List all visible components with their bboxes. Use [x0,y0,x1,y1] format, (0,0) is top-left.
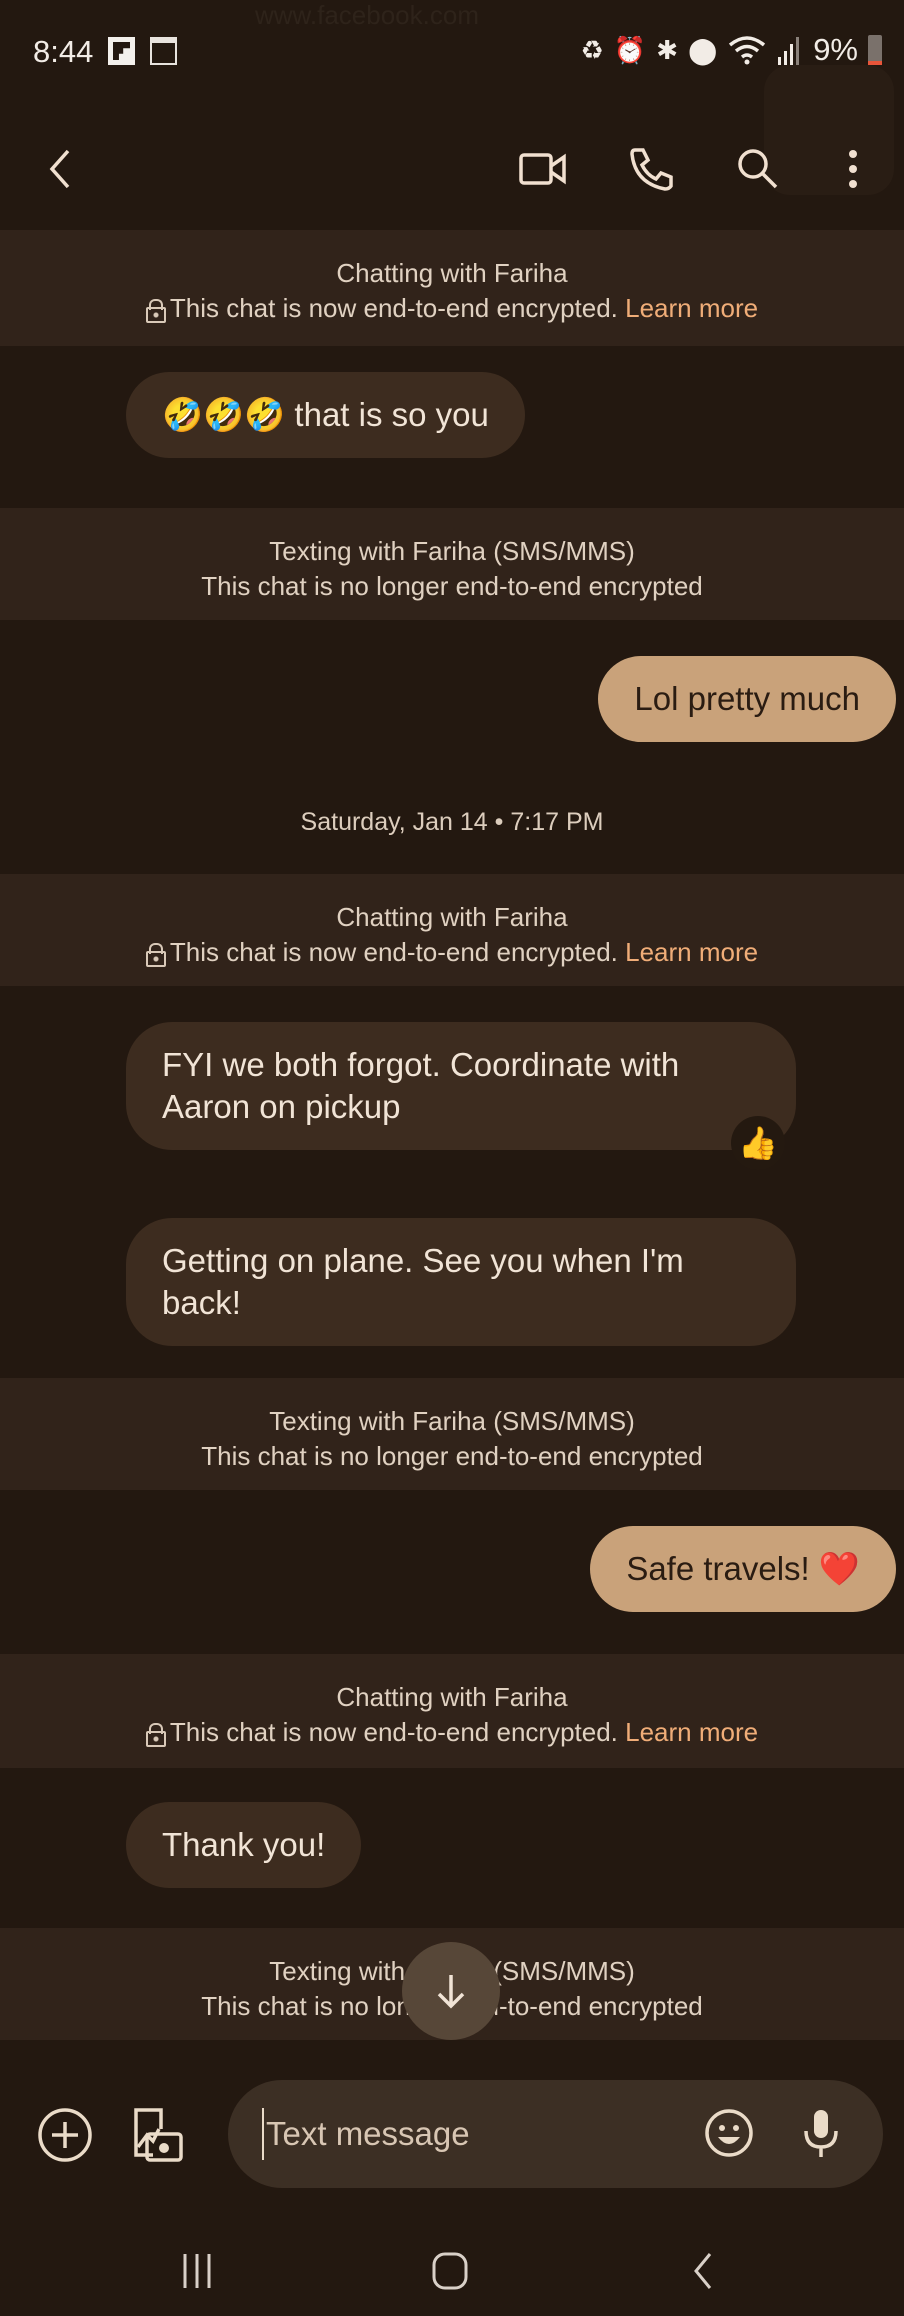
system-nav-bar [0,2216,904,2316]
gallery-camera-icon [134,2108,183,2162]
banner-title: Texting with Fariha (SMS/MMS) [269,1406,635,1436]
status-icons: ♻ ⏰ ✱ ⬤ 9% [581,32,882,68]
arrow-down-icon [437,1975,465,2009]
sms-banner: Texting with Fariha (SMS/MMS) This chat … [0,508,904,620]
ghost-url-text: www.facebook.com [255,0,479,30]
app-bar [0,65,904,230]
search-button[interactable] [723,134,793,204]
more-vert-icon [849,150,857,188]
lock-icon [145,1723,166,1747]
chevron-left-icon [49,149,70,189]
video-call-button[interactable] [508,134,578,204]
add-circle-icon [38,2108,92,2162]
lock-icon [145,943,166,967]
date-stamp: Saturday, Jan 14 • 7:17 PM [300,808,604,836]
scroll-to-bottom-button[interactable] [402,1942,500,2040]
message-list[interactable]: Chatting with Fariha This chat is now en… [0,230,904,2040]
banner-text: This chat is now end-to-end encrypted. [169,937,618,967]
learn-more-link[interactable]: Learn more [625,1717,758,1747]
banner-title: Chatting with Fariha [336,902,568,932]
microphone-icon [804,2110,838,2157]
banner-text: This chat is now end-to-end encrypted. [169,1717,618,1747]
battery-saver-icon: ♻ [580,35,604,65]
e2ee-banner: Chatting with Fariha This chat is now en… [0,874,904,986]
battery-percent: 9% [813,32,858,67]
recents-icon [183,2254,211,2288]
recents-button[interactable] [162,2246,232,2296]
bluetooth-icon: ✱ [656,35,679,65]
phone-icon [630,148,673,191]
learn-more-link[interactable]: Learn more [625,937,758,967]
phone-call-button[interactable] [616,134,686,204]
learn-more-link[interactable]: Learn more [625,293,758,323]
message-field[interactable] [228,2080,883,2188]
message-row: 🤣🤣🤣 that is so you [0,346,904,508]
wifi-icon [729,36,766,65]
incoming-message[interactable]: Getting on plane. See you when I'm back! [126,1218,796,1346]
emoji-icon [705,2109,753,2157]
banner-text: This chat is now end-to-end encrypted. [169,293,618,323]
gallery-camera-button[interactable] [128,2104,190,2166]
incoming-message[interactable]: Thank you! [126,1802,362,1888]
battery-icon [868,35,882,65]
back-button[interactable] [24,134,94,204]
lock-icon [145,299,166,323]
composer [0,2080,904,2190]
location-icon: ⬤ [688,35,718,65]
message-row: Thank you! [0,1768,904,1928]
message-group: FYI we both forgot. Coordinate with Aaro… [0,986,904,1378]
alarm-icon: ⏰ [613,35,647,65]
banner-title: Chatting with Fariha [336,258,568,288]
outgoing-message[interactable]: Safe travels! ❤️ [590,1526,896,1612]
voice-input-button[interactable] [790,2102,852,2164]
incoming-message[interactable]: 🤣🤣🤣 that is so you [126,372,525,458]
add-attachment-button[interactable] [34,2104,96,2166]
news-icon [150,37,177,65]
date-row: Saturday, Jan 14 • 7:17 PM [0,742,904,874]
signal-icon [778,37,800,65]
reaction-thumbs-up[interactable]: 👍 [731,1116,785,1170]
back-icon [694,2253,712,2289]
flipboard-icon [108,37,135,65]
message-row: Safe travels! ❤️ [0,1490,904,1654]
emoji-button[interactable] [698,2102,760,2164]
banner-title: Texting with Fariha (SMS/MMS) [269,536,635,566]
system-back-button[interactable] [668,2246,738,2296]
e2ee-banner: Chatting with Fariha This chat is now en… [0,1654,904,1768]
video-call-icon [519,153,566,185]
more-options-button[interactable] [818,134,888,204]
search-icon [738,149,778,189]
home-button[interactable] [415,2246,485,2296]
status-time: 8:44 [33,34,94,69]
message-row: Lol pretty much [0,620,904,742]
banner-text: This chat is no longer end-to-end encryp… [201,571,703,601]
banner-title: Chatting with Fariha [336,1682,568,1712]
incoming-message[interactable]: FYI we both forgot. Coordinate with Aaro… [126,1022,796,1150]
home-icon [432,2252,468,2290]
message-input[interactable] [262,2108,682,2160]
e2ee-banner: Chatting with Fariha This chat is now en… [0,230,904,346]
banner-text: This chat is no longer end-to-end encryp… [201,1441,703,1471]
sms-banner: Texting with Fariha (SMS/MMS) This chat … [0,1378,904,1490]
outgoing-message[interactable]: Lol pretty much [598,656,896,742]
